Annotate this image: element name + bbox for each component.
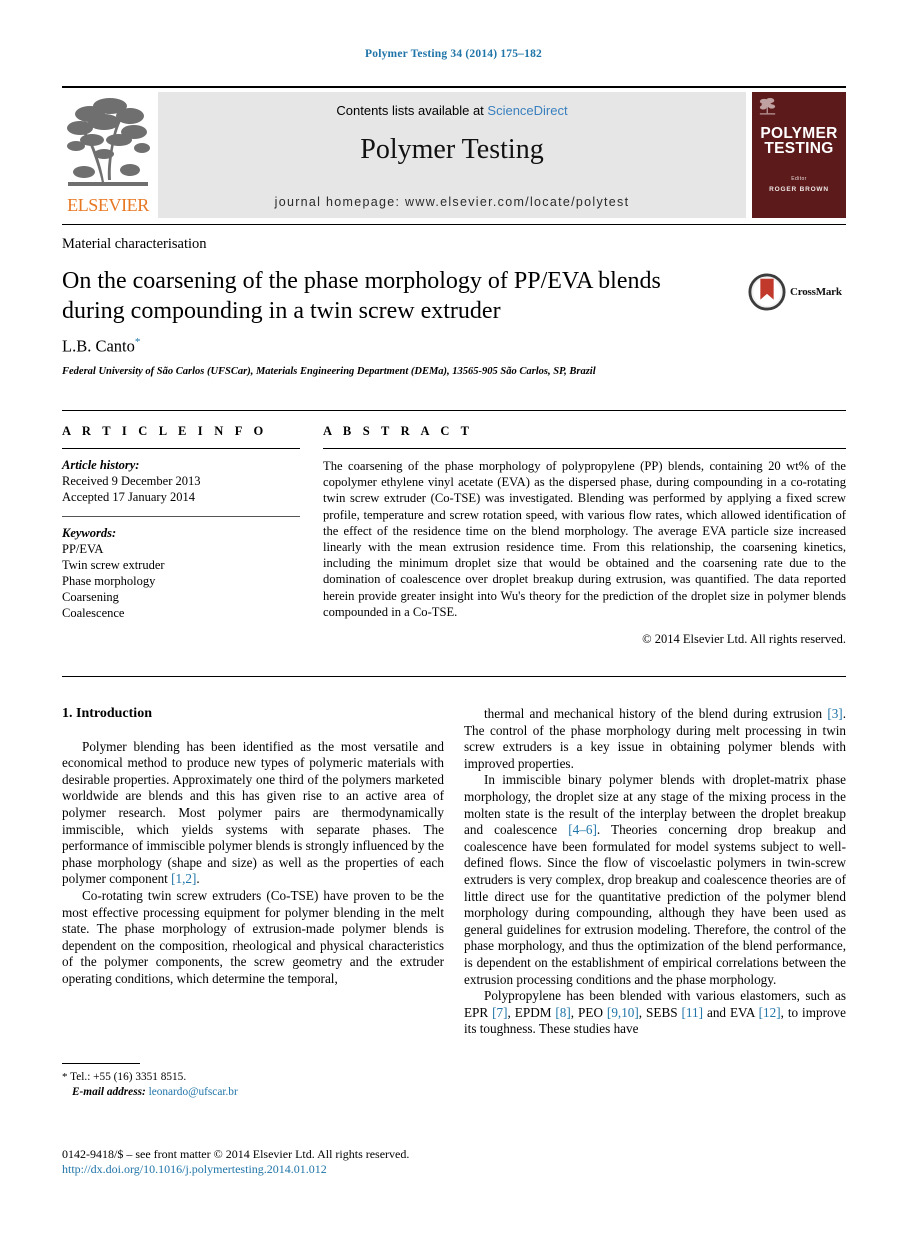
citation-link[interactable]: [4–6] <box>568 822 597 837</box>
email-address-label: E-mail address: <box>72 1085 146 1098</box>
contents-available-line: Contents lists available at ScienceDirec… <box>158 103 746 118</box>
keyword-item: Coalescence <box>62 606 125 620</box>
cover-title-line1: POLYMER <box>760 125 838 142</box>
doi-link[interactable]: http://dx.doi.org/10.1016/j.polymertesti… <box>62 1162 562 1177</box>
paragraph: Polypropylene has been blended with vari… <box>464 988 847 1037</box>
elsevier-logo: ELSEVIER <box>62 92 154 218</box>
keyword-item: PP/EVA <box>62 542 104 556</box>
article-received-date: Received 9 December 2013 <box>62 474 201 488</box>
email-address-link[interactable]: leonardo@ufscar.br <box>149 1086 238 1098</box>
journal-band: Contents lists available at ScienceDirec… <box>158 92 746 218</box>
elsevier-tree-icon-small <box>759 98 776 115</box>
journal-masthead: ELSEVIER Contents lists available at Sci… <box>62 86 846 218</box>
citation-link[interactable]: [9,10] <box>607 1005 639 1020</box>
body-column-right: thermal and mechanical history of the bl… <box>464 706 846 1038</box>
citation-link[interactable]: [1,2] <box>171 871 196 886</box>
abstract-text: The coarsening of the phase morphology o… <box>323 459 846 619</box>
paper-page: Polymer Testing 34 (2014) 175–182 ELSEVI… <box>0 0 907 1238</box>
citation-link[interactable]: [11] <box>682 1005 703 1020</box>
keyword-item: Phase morphology <box>62 574 156 588</box>
cover-editor-name: ROGER BROWN <box>769 186 829 193</box>
abstract-column: A B S T R A C T The coarsening of the ph… <box>323 424 846 647</box>
cover-title: POLYMER TESTING <box>752 125 846 157</box>
cover-title-line2: TESTING <box>764 140 834 157</box>
article-info-heading: A R T I C L E I N F O <box>62 424 268 438</box>
abstract-copyright: © 2014 Elsevier Ltd. All rights reserved… <box>642 632 846 647</box>
footnote-rule <box>62 1063 140 1064</box>
masthead-bottom-rule <box>62 224 846 225</box>
citation-link[interactable]: [8] <box>555 1005 570 1020</box>
footnote-tel-line: * Tel.: +55 (16) 3351 8515. <box>62 1070 444 1085</box>
crossmark-icon[interactable] <box>748 273 786 311</box>
running-head: Polymer Testing 34 (2014) 175–182 <box>365 48 542 60</box>
article-info-column: A R T I C L E I N F O Article history: R… <box>62 424 300 621</box>
journal-title: Polymer Testing <box>360 134 544 165</box>
abstract-top-rule <box>62 410 846 411</box>
footnote-marker: * <box>62 1071 68 1083</box>
paragraph: Co-rotating twin screw extruders (Co-TSE… <box>62 887 444 986</box>
sciencedirect-link[interactable]: ScienceDirect <box>487 103 567 118</box>
cover-editor-label: Editor <box>791 176 807 182</box>
body-column-left: 1. Introduction Polymer blending has bee… <box>62 706 444 988</box>
abstract-heading: A B S T R A C T <box>323 424 474 438</box>
paragraph: Polymer blending has been identified as … <box>62 738 444 887</box>
article-history-label: Article history: <box>62 458 140 472</box>
footer-block: 0142-9418/$ – see front matter © 2014 El… <box>62 1147 562 1177</box>
crossmark-label: CrossMark <box>790 286 842 298</box>
article-info-rule <box>62 448 300 449</box>
keywords-label: Keywords: <box>62 526 117 540</box>
issn-line: 0142-9418/$ – see front matter © 2014 El… <box>62 1147 410 1161</box>
keyword-item: Coarsening <box>62 590 119 604</box>
journal-cover-thumbnail: POLYMER TESTING Editor ROGER BROWN <box>752 92 846 218</box>
paragraph: thermal and mechanical history of the bl… <box>464 706 846 771</box>
elsevier-wordmark: ELSEVIER <box>67 195 149 215</box>
author-list: L.B. Canto* <box>62 336 140 357</box>
footnote-tel: Tel.: +55 (16) 3351 8515. <box>70 1071 187 1083</box>
footnote-email-line: E-mail address: leonardo@ufscar.br <box>62 1085 444 1100</box>
section-heading-introduction: 1. Introduction <box>62 706 152 721</box>
footnote-block: * Tel.: +55 (16) 3351 8515. E-mail addre… <box>62 1070 444 1099</box>
abstract-rule <box>323 448 846 449</box>
author-name: L.B. Canto <box>62 336 135 356</box>
article-accepted-date: Accepted 17 January 2014 <box>62 490 195 504</box>
keywords-rule <box>62 516 300 517</box>
article-history-block: Article history: Received 9 December 201… <box>62 457 300 505</box>
keyword-item: Twin screw extruder <box>62 558 165 572</box>
elsevier-tree-icon <box>67 98 150 186</box>
affiliation: Federal University of São Carlos (UFSCar… <box>62 366 596 377</box>
contents-prefix: Contents lists available at <box>336 103 488 118</box>
citation-link[interactable]: [3] <box>827 706 842 721</box>
author-corresponding-marker[interactable]: * <box>135 336 141 348</box>
paragraph: In immiscible binary polymer blends with… <box>464 772 847 987</box>
page-title: On the coarsening of the phase morpholog… <box>62 268 661 324</box>
journal-homepage[interactable]: journal homepage: www.elsevier.com/locat… <box>158 195 746 209</box>
abstract-bottom-rule <box>62 676 846 677</box>
article-section-label: Material characterisation <box>62 236 207 252</box>
keywords-block: Keywords: PP/EVA Twin screw extruder Pha… <box>62 525 300 621</box>
crossmark-badge-group[interactable]: CrossMark <box>748 272 846 312</box>
citation-link[interactable]: [12] <box>759 1005 781 1020</box>
citation-link[interactable]: [7] <box>492 1005 507 1020</box>
